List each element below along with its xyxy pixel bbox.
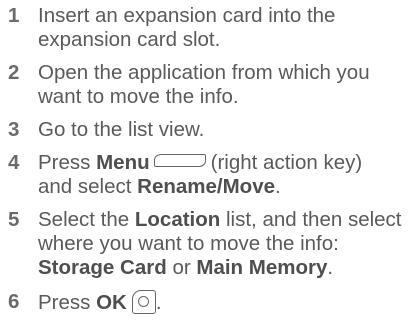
- press-text: Press: [38, 151, 91, 174]
- step-number: 5: [8, 208, 20, 231]
- step-text-line: Press OK.: [38, 290, 408, 315]
- right-action-key-icon: [153, 154, 206, 167]
- list-then-text: list, and then select: [226, 208, 402, 231]
- step-text-line: Select the Location list, and then selec…: [38, 208, 408, 232]
- step-text: Insert an expansion card into the expans…: [38, 4, 408, 52]
- step-text-line: Press Menu (right action key): [38, 151, 408, 175]
- period: .: [155, 291, 162, 314]
- storage-card-label: Storage Card: [38, 256, 167, 279]
- and-select-text: and select: [38, 175, 132, 198]
- step-number: 3: [8, 118, 20, 141]
- step-text: Open the application from which you want…: [38, 61, 408, 109]
- key-description: (right action key): [210, 151, 363, 174]
- menu-label: Menu: [96, 151, 150, 174]
- step-text-line: Insert an expansion card into the: [38, 4, 336, 27]
- rename-move-label: Rename/Move: [137, 175, 276, 198]
- or-text: or: [172, 256, 191, 279]
- step-text-line: want to move the info.: [38, 85, 239, 108]
- step-text-line: where you want to move the info:: [38, 232, 339, 255]
- step-text-line: expansion card slot.: [38, 28, 221, 51]
- ok-label: OK: [96, 291, 127, 314]
- step-text: Press OK.: [38, 290, 408, 315]
- instruction-steps: 1 Insert an expansion card into the expa…: [0, 0, 412, 328]
- step-text-line: Storage Card or Main Memory.: [38, 256, 408, 280]
- step-text: Go to the list view.: [38, 118, 408, 142]
- step-number: 1: [8, 4, 20, 27]
- period: .: [327, 256, 334, 279]
- step-text-line: and select Rename/Move.: [38, 175, 408, 199]
- step-text: Press Menu (right action key) and select …: [38, 151, 408, 199]
- step-text-line: Open the application from which you: [38, 61, 370, 84]
- period: .: [275, 175, 281, 198]
- step-number: 2: [8, 61, 20, 84]
- select-the-text: Select the: [38, 208, 130, 231]
- press-text: Press: [38, 291, 91, 314]
- step-number: 4: [8, 151, 20, 174]
- step-text-line: Go to the list view.: [38, 118, 205, 141]
- step-number: 6: [8, 290, 20, 313]
- location-label: Location: [134, 208, 221, 231]
- main-memory-label: Main Memory: [196, 256, 328, 279]
- ok-glyph-icon: [137, 296, 149, 307]
- ok-button-icon: [131, 290, 156, 314]
- step-text: Select the Location list, and then selec…: [38, 208, 408, 280]
